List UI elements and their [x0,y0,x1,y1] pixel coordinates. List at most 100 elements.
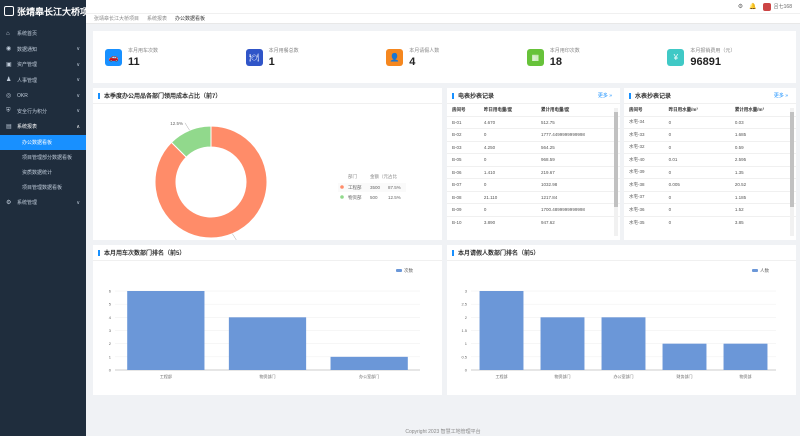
sidebar-item[interactable]: ⌂ 系统首页 [0,26,86,42]
y-tick-label: 0 [465,368,468,373]
sidebar-item[interactable]: ⛨ 安全行为积分 ∨ [0,104,86,120]
sidebar-item[interactable]: ⚙ 系统管理 ∨ [0,195,86,211]
table-row: 水宅-34 0 0.03 [624,115,796,129]
table-cell: B-02 [447,128,479,141]
y-tick-label: 0.5 [461,354,467,359]
notification-icon[interactable]: 🔔 [749,3,756,10]
chevron-icon: ∨ [76,199,80,206]
y-tick-label: 1 [109,354,112,359]
table-cell: 20.52 [729,178,796,191]
sidebar-subitem[interactable]: 办公数据看板 [0,134,86,150]
avatar[interactable] [762,2,771,11]
chevron-icon: ∨ [76,61,80,68]
table-cell: B-10 [447,215,479,229]
settings-icon[interactable]: ⚙ [738,3,743,10]
x-tick-label: 办公室部门 [614,373,634,379]
chevron-icon: ∨ [76,46,80,53]
bar[interactable] [601,317,646,370]
table-cell: B-01 [447,115,479,129]
legend-name[interactable]: 工程部 [348,184,362,191]
table-cell: 水宅-34 [624,115,664,129]
sidebar-subitem[interactable]: 资质数据统计 [0,164,86,180]
table-row: B-07 0 1032.98 [447,178,620,191]
table-cell: B-03 [447,140,479,154]
table-cell: 1777.4499999999998 [536,128,620,141]
legend-swatch [340,185,344,189]
table-row: 水宅-33 0 1.685 [624,128,796,141]
table-row: B-10 3.890 947.62 [447,215,620,229]
legend-pct: 87.5% [388,185,401,190]
table-cell: 0 [478,203,537,216]
sidebar-item[interactable]: ▤ 系统报表 ∧ [0,119,86,135]
table-cell: 1.52 [729,203,796,216]
car-bar-chart: 次数 0 1 2 3 4 5 6 工程部 物资部门 办公室部门 [109,267,420,379]
electric-card-title: 电表抄表记录 更多 » [447,88,620,104]
table-cell: 3.890 [478,215,537,229]
pie-data-label: 87.5% [239,239,252,240]
app-logo[interactable]: 张靖皋长江大桥项目 [0,0,86,22]
breadcrumb-item[interactable]: 系统报表 [147,15,167,22]
bar[interactable] [662,343,707,370]
stat-value: 4 [409,55,416,68]
sidebar-item[interactable]: ♟ 人事管理 ∨ [0,73,86,89]
home-icon: ⌂ [6,30,10,37]
table-row: 水宅-32 0 0.59 [624,140,796,154]
more-link[interactable]: 更多 » [774,92,788,99]
sidebar-menu: ⌂ 系统首页 ◉ 数据通知 ∨ ▣ 资产管理 ∨ ♟ 人事管理 ∨ ◎ OKR ∨ ⛨ 安全行为积分 ∨ ▤ 系统报… [0,22,86,211]
chevron-icon: ∨ [76,108,80,115]
bar[interactable] [723,343,768,370]
car-chart-title: 本月用车次数部门排名（前5） [93,245,442,261]
pie-label-line [184,122,190,131]
water-card-title: 水表抄表记录 更多 » [624,88,796,104]
sidebar-item[interactable]: ▣ 资产管理 ∨ [0,57,86,73]
pie-label-line [232,233,238,242]
bar[interactable] [127,291,205,370]
table-row: B-06 1.410 219.67 [447,165,620,179]
table-row: B-08 21.110 1217.84 [447,190,620,204]
sidebar-subitem[interactable]: 项目管理数据看板 [0,179,86,195]
stat-card: 👤 本月请假人数 4 [374,31,515,83]
pie-slice-0[interactable] [154,125,268,239]
table-cell: 水宅-40 [624,153,664,166]
stat-card: ¥ 本月报销费用（元） 96891 [655,31,796,83]
sidebar-item[interactable]: ◎ OKR ∨ [0,88,86,104]
legend-label[interactable]: 人数 [760,267,769,274]
bar[interactable] [330,356,408,370]
bar[interactable] [540,317,585,370]
legend-name[interactable]: 物资部 [348,194,362,201]
username[interactable]: 吕七168 [774,3,792,10]
sidebar-subitem[interactable]: 项目管理部分数据看板 [0,149,86,165]
report-icon: ▤ [6,123,12,130]
leave-bar-chart: 人数 0 0.5 1 1.5 2 2.5 3 工程部 物资部门 办公室部门 财务部门 物资部 [461,267,776,379]
electric-card: 电表抄表记录 更多 » 房间号 昨日用电量/度 累计用电量/度 B-01 4.670 512… [447,88,620,240]
chevron-icon: ∨ [76,92,80,99]
sidebar-item-label: 系统管理 [17,200,38,206]
bar[interactable] [479,291,524,370]
y-tick-label: 2 [465,315,468,320]
y-tick-label: 3 [465,289,468,294]
table-cell: B-05 [447,153,479,166]
table-row: B-01 4.670 512.75 [447,115,620,129]
more-link[interactable]: 更多 » [598,92,612,99]
legend-swatch [340,195,344,199]
table-cell: 3.85 [729,215,796,229]
table-row: 水宅-39 0 1.35 [624,165,796,179]
pie-card: 本季度办公用品各部门领用成本占比（前7） 12.5%87.5%部门金额（元）占比… [93,88,442,244]
column-header: 昨日用水量/m³ [668,106,698,112]
table-cell: 水宅-38 [624,178,664,191]
sidebar-item[interactable]: ◉ 数据通知 ∨ [0,42,86,58]
scrollbar[interactable] [790,108,794,236]
column-header: 房间号 [629,106,643,112]
y-tick-label: 2 [109,341,112,346]
scrollbar[interactable] [614,108,618,236]
table-cell: B-09 [447,203,479,216]
table-cell: 564.25 [536,140,620,154]
table-cell: 0 [663,203,730,216]
car-icon: 🚗 [105,48,122,66]
bar[interactable] [228,317,307,370]
legend-label[interactable]: 次数 [404,267,413,274]
table-row: 水宅-36 0 1.52 [624,203,796,216]
table-cell: 2.595 [729,153,796,166]
x-tick-label: 工程部 [160,373,172,379]
breadcrumb-item[interactable]: 张靖皋长江大桥项目 [94,15,139,22]
